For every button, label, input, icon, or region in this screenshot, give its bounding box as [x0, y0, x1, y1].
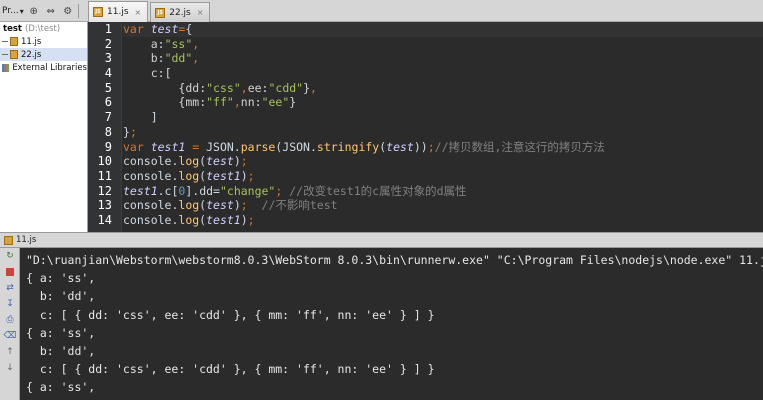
- javascript-file-icon: [10, 37, 18, 46]
- library-icon: [2, 63, 10, 72]
- console-line: { a: 'ss',: [26, 325, 96, 340]
- close-icon[interactable]: ↓: [0, 360, 20, 376]
- project-tree: test (D:\test) 11.js 22.js External Libr…: [0, 22, 88, 232]
- print-icon[interactable]: ⎙: [0, 312, 20, 328]
- line-number: 14: [97, 212, 112, 227]
- project-view-header: Pr... ▾ ⊕ ⇔ ⚙: [0, 0, 88, 22]
- fold-gutter: [114, 22, 122, 232]
- line-number: 6: [104, 95, 112, 110]
- top-toolbar: Pr... ▾ ⊕ ⇔ ⚙ JS 11.js × JS 22.js ×: [0, 0, 763, 22]
- console-line: b: 'dd',: [26, 343, 96, 358]
- tab-label: 11.js: [107, 7, 129, 17]
- code-line: console.log(test1);: [123, 168, 255, 183]
- close-icon[interactable]: ×: [197, 8, 204, 17]
- tree-root-test[interactable]: test (D:\test): [0, 22, 87, 35]
- rerun-icon[interactable]: ↻: [0, 248, 20, 264]
- code-line: {mm:"ff",nn:"ee"}: [178, 95, 297, 110]
- console-line: b: 'dd',: [26, 289, 96, 304]
- scroll-to-end-icon[interactable]: ↧: [0, 296, 20, 312]
- chevron-down-icon[interactable]: ▾: [20, 7, 24, 16]
- javascript-file-icon: [10, 50, 18, 59]
- collapse-icon[interactable]: ⇔: [44, 4, 58, 18]
- code-line: };: [123, 124, 137, 139]
- line-number: 10: [97, 154, 112, 169]
- run-panel-header: 11.js: [0, 232, 763, 248]
- javascript-file-icon: JS: [155, 7, 166, 18]
- code-area[interactable]: var test={ a:"ss", b:"dd", c:[ {dd:"css"…: [123, 22, 763, 228]
- line-number: 8: [104, 124, 112, 139]
- editor-tabs: JS 11.js × JS 22.js ×: [88, 0, 212, 22]
- console-line: c: [ { dd: 'css', ee: 'cdd' }, { mm: 'ff…: [26, 307, 435, 322]
- close-icon[interactable]: ×: [135, 8, 142, 17]
- project-name: test: [3, 23, 22, 34]
- code-line: b:"dd",: [150, 51, 200, 66]
- restore-layout-icon[interactable]: ⇄: [0, 280, 20, 296]
- tree-branch-line: [2, 54, 8, 55]
- gear-icon[interactable]: ⚙: [61, 4, 75, 18]
- code-line: c:[: [150, 66, 172, 81]
- clear-icon[interactable]: ⌫: [0, 328, 20, 344]
- tab-22-js[interactable]: JS 22.js ×: [150, 2, 211, 22]
- line-number-gutter: 1 2 3 4 5 6 7 8 9 10 11 12 13 14: [88, 22, 114, 232]
- code-line: var test1 = JSON.parse(JSON.stringify(te…: [123, 139, 605, 154]
- code-line: var test={: [123, 22, 763, 37]
- tab-label: 22.js: [169, 7, 191, 18]
- code-line: console.log(test1);: [123, 212, 255, 227]
- tree-branch-line: [2, 41, 8, 42]
- line-number: 7: [104, 110, 112, 125]
- line-number: 4: [104, 66, 112, 81]
- code-line: ]: [150, 110, 158, 125]
- console-line: c: [ { dd: 'css', ee: 'cdd' }, { mm: 'ff…: [26, 362, 435, 377]
- line-number: 1: [104, 22, 112, 36]
- line-number: 9: [104, 139, 112, 154]
- console-line: "D:\ruanjian\Webstorm\webstorm8.0.3\WebS…: [26, 253, 763, 267]
- tab-11-js[interactable]: JS 11.js ×: [88, 1, 149, 22]
- line-number: 2: [104, 36, 112, 51]
- console-line: { a: 'ss',: [26, 380, 96, 395]
- line-number: 5: [104, 80, 112, 95]
- project-path: (D:\test): [24, 23, 61, 34]
- code-line: a:"ss",: [150, 36, 200, 51]
- libraries-label: External Libraries: [12, 62, 87, 73]
- line-number: 13: [97, 198, 112, 213]
- console-output[interactable]: "D:\ruanjian\Webstorm\webstorm8.0.3\WebS…: [20, 248, 763, 400]
- run-toolbar: ↻ ⇄ ↧ ⎙ ⌫ ↑ ↓: [0, 248, 20, 400]
- file-name: 22.js: [21, 49, 42, 60]
- code-line: console.log(test);: [123, 154, 248, 169]
- line-number: 3: [104, 51, 112, 66]
- tree-item-22-js[interactable]: 22.js: [0, 48, 87, 61]
- line-number: 12: [97, 183, 112, 198]
- code-line: {dd:"css",ee:"cdd"},: [178, 80, 317, 95]
- target-icon[interactable]: ⊕: [27, 4, 41, 18]
- tree-item-external-libraries[interactable]: External Libraries: [0, 61, 87, 74]
- run-tab-label[interactable]: 11.js: [16, 235, 36, 245]
- divider: [77, 4, 79, 18]
- stop-icon[interactable]: [0, 264, 20, 280]
- code-editor[interactable]: 1 2 3 4 5 6 7 8 9 10 11 12 13 14 var tes…: [88, 22, 763, 232]
- code-line: console.log(test); //不影响test: [123, 198, 338, 213]
- tree-item-11-js[interactable]: 11.js: [0, 35, 87, 48]
- project-view-selector[interactable]: Pr...: [0, 6, 19, 16]
- console-line: { a: 'ss',: [26, 271, 96, 286]
- javascript-file-icon: [4, 235, 13, 245]
- javascript-file-icon: JS: [93, 7, 103, 17]
- file-name: 11.js: [21, 36, 42, 47]
- code-line: test1.c[0].dd="change"; //改变test1的c属性对象的…: [123, 183, 467, 198]
- line-number: 11: [97, 168, 112, 183]
- pin-icon[interactable]: ↑: [0, 344, 20, 360]
